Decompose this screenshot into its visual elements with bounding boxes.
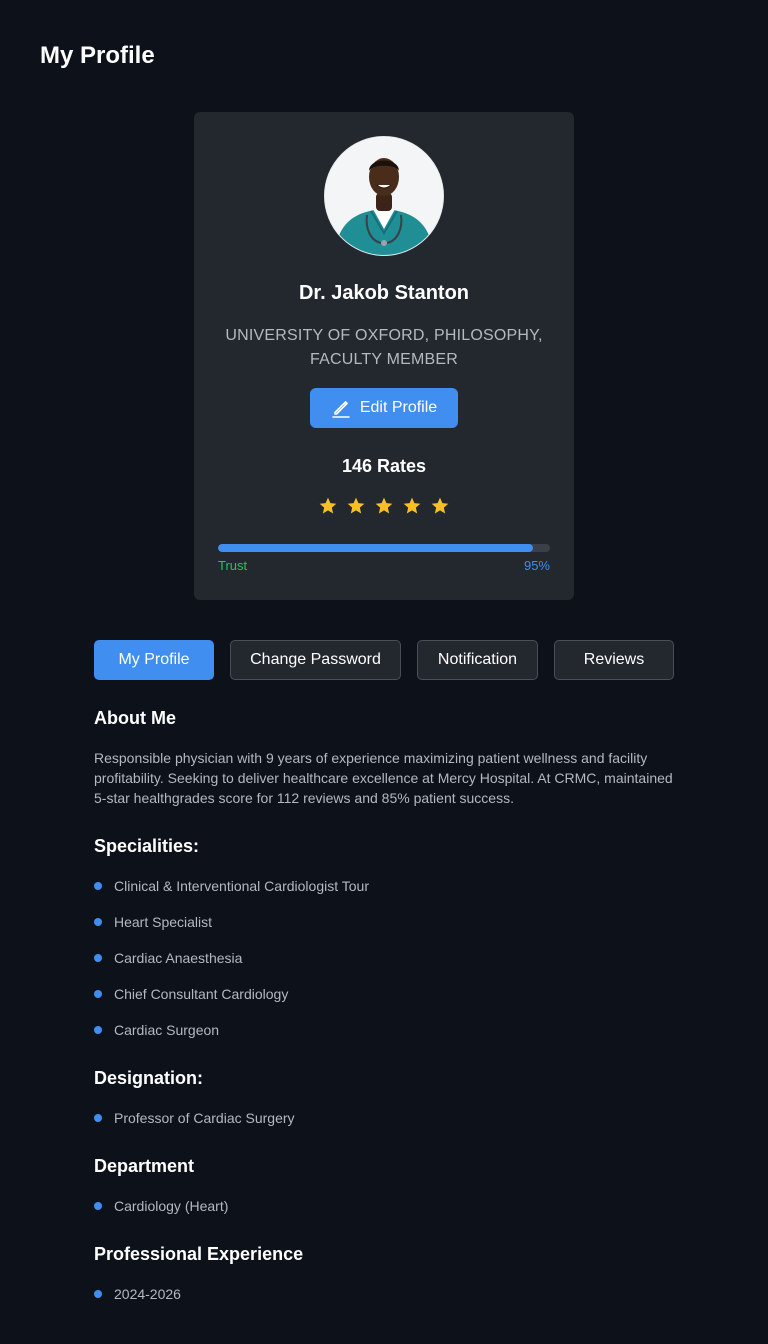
trust-progress-bar [218,544,550,552]
pencil-icon [331,398,351,418]
rates-count: 146 Rates [341,456,427,476]
edit-profile-label: Edit Profile [359,399,438,416]
speciality-text: Clinical & Interventional Cardiologist T… [114,878,369,894]
avatar [324,136,444,256]
tab-change-password[interactable]: Change Password [230,640,401,680]
experience-title: Professional Experience [94,1244,304,1264]
designation-text: Professor of Cardiac Surgery [114,1110,295,1126]
about-title: About Me [94,708,176,728]
list-item: Professor of Cardiac Surgery [94,1108,295,1128]
speciality-text: Cardiac Anaesthesia [114,950,243,966]
list-item: Heart Specialist [94,912,212,932]
profile-card: Dr. Jakob Stanton UNIVERSITY OF OXFORD, … [194,112,574,600]
department-title: Department [94,1156,195,1176]
star-rating [194,496,574,516]
bullet-icon [94,1114,102,1122]
bullet-icon [94,954,102,962]
specialities-title: Specialities: [94,836,200,856]
bullet-icon [94,882,102,890]
list-item: Cardiology (Heart) [94,1196,228,1216]
trust-value: 95% [523,558,550,573]
trust-progress-fill [218,544,534,552]
star-icon [319,497,337,514]
list-item: Cardiac Surgeon [94,1020,219,1040]
edit-profile-button[interactable]: Edit Profile [310,388,458,428]
bullet-icon [94,1202,102,1210]
list-item: Clinical & Interventional Cardiologist T… [94,876,369,896]
page-title: My Profile [40,42,155,69]
department-text: Cardiology (Heart) [114,1198,229,1214]
bullet-icon [94,1026,102,1034]
bullet-icon [94,918,102,926]
star-icon [403,497,421,514]
bullet-icon [94,990,102,998]
list-item: Cardiac Anaesthesia [94,948,242,968]
tab-reviews[interactable]: Reviews [554,640,674,680]
list-item: 2024-2026 [94,1284,181,1304]
about-text: Responsible physician with 9 years of ex… [94,750,673,806]
trust-label: Trust [218,558,248,573]
designation-title: Designation: [94,1068,204,1088]
experience-text: 2024-2026 [114,1286,181,1302]
star-icon [375,497,393,514]
speciality-text: Cardiac Surgeon [114,1022,220,1038]
speciality-text: Heart Specialist [114,914,213,930]
doctor-name: Dr. Jakob Stanton [298,282,470,304]
star-icon [347,497,365,514]
star-icon [431,497,449,514]
speciality-text: Chief Consultant Cardiology [114,986,289,1002]
tab-notification[interactable]: Notification [417,640,538,680]
bullet-icon [94,1290,102,1298]
tab-my-profile[interactable]: My Profile [94,640,214,680]
list-item: Chief Consultant Cardiology [94,984,288,1004]
doctor-affiliation: UNIVERSITY OF OXFORD, PHILOSOPHY, FACULT… [225,327,543,368]
